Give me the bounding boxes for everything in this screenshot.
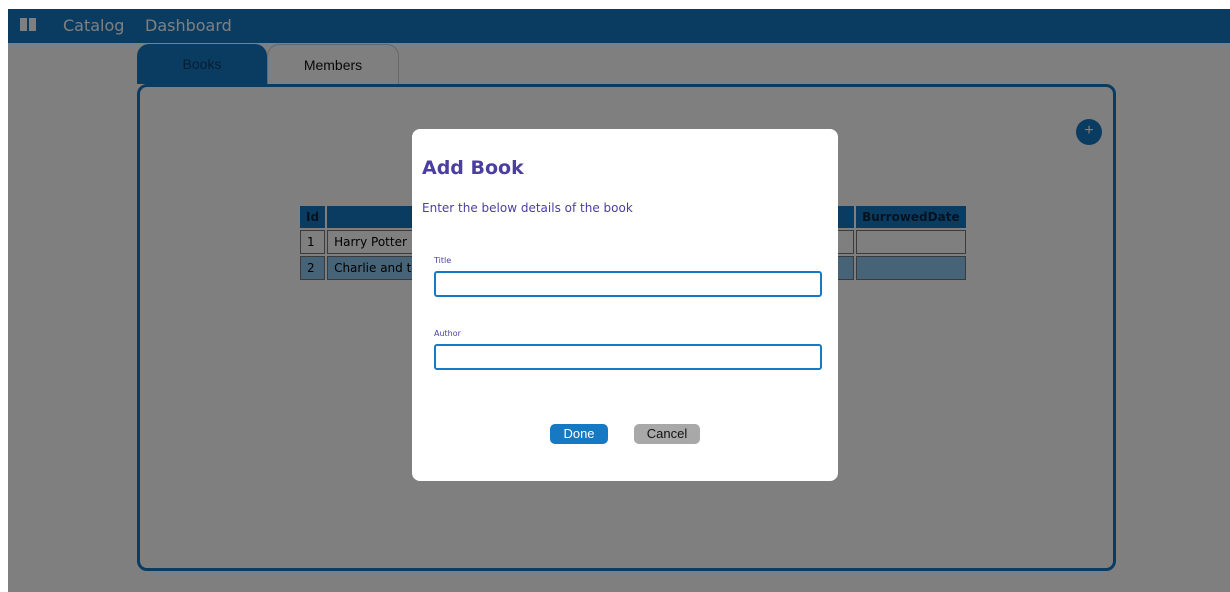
cancel-button[interactable]: Cancel xyxy=(634,424,700,444)
title-label: Title xyxy=(434,256,452,265)
page-margin-left xyxy=(0,0,8,592)
dialog-subtitle: Enter the below details of the book xyxy=(422,201,633,215)
author-label: Author xyxy=(434,329,461,338)
author-input[interactable] xyxy=(434,344,822,370)
title-input[interactable] xyxy=(434,271,822,297)
add-book-dialog: Add Book Enter the below details of the … xyxy=(412,129,838,481)
done-button[interactable]: Done xyxy=(550,424,608,444)
page-margin-top xyxy=(0,0,1230,9)
dialog-title: Add Book xyxy=(422,157,524,179)
